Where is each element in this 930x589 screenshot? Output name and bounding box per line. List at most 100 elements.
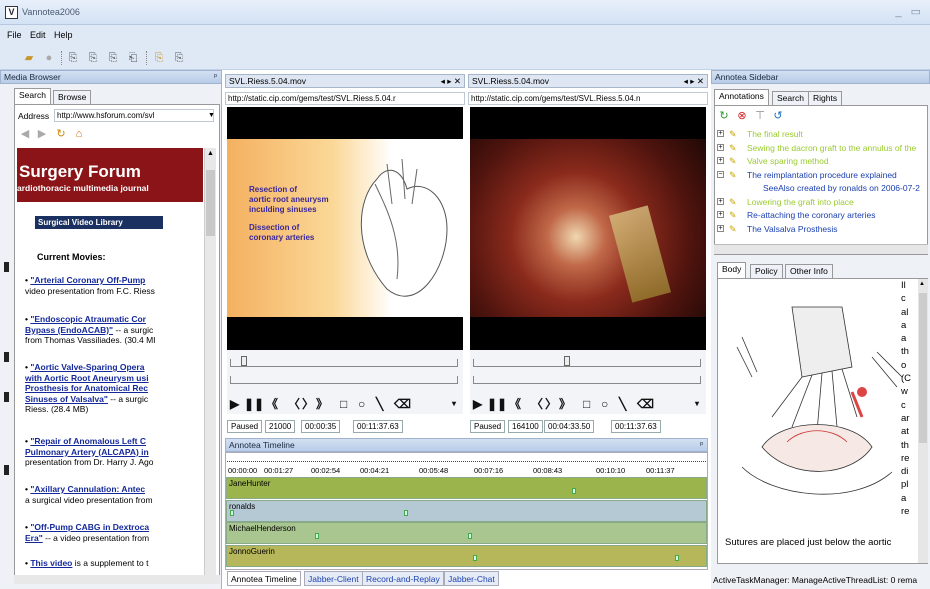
scroll-thumb[interactable] bbox=[206, 170, 215, 236]
home-icon[interactable]: ⌂ bbox=[72, 127, 86, 141]
body-scrollbar[interactable]: ▲ bbox=[918, 279, 928, 563]
prev-icon[interactable]: 〈 bbox=[288, 397, 300, 411]
video2-seek[interactable] bbox=[473, 356, 701, 367]
tab-jabber-client[interactable]: Jabber-Client bbox=[304, 571, 363, 586]
oval-icon[interactable]: ○ bbox=[601, 397, 608, 411]
back-icon[interactable]: ◀ bbox=[18, 127, 32, 141]
scroll-up-icon[interactable]: ▲ bbox=[206, 150, 215, 160]
tab-rights[interactable]: Rights bbox=[808, 91, 843, 105]
tab-policy[interactable]: Policy bbox=[750, 264, 783, 278]
expand-icon[interactable]: + bbox=[717, 143, 724, 151]
document-stack-icon[interactable]: ⎗ bbox=[126, 51, 140, 65]
movie-link[interactable]: "Axillary Cannulation: Antec bbox=[30, 484, 145, 494]
menu-edit[interactable]: Edit bbox=[30, 30, 46, 40]
movie-link[interactable]: Sinuses of Valsalva" bbox=[25, 394, 108, 404]
rect-icon[interactable]: □ bbox=[583, 397, 590, 411]
timeline-row[interactable]: JonnoGuerin bbox=[226, 544, 707, 567]
tab-search[interactable]: Search bbox=[14, 88, 51, 104]
movie-link[interactable]: Bypass (EndoACAB)" bbox=[25, 325, 113, 335]
address-input[interactable]: http://www.hsforum.com/svl bbox=[54, 109, 214, 122]
forward-icon[interactable]: 》 bbox=[316, 397, 328, 411]
line-icon[interactable]: ╲ bbox=[376, 397, 383, 411]
video2-tab[interactable]: SVL.Riess.5.04.mov ◂ ▸ ✕ bbox=[468, 74, 708, 88]
tab-record-and-replay[interactable]: Record-and-Replay bbox=[362, 571, 444, 586]
forward-icon[interactable]: 》 bbox=[559, 397, 571, 411]
play-icon[interactable]: ▶ bbox=[473, 397, 482, 411]
horizontal-scrollbar[interactable] bbox=[14, 575, 220, 584]
movie-link[interactable]: with Aortic Root Aneurysm usi bbox=[25, 373, 149, 383]
video1-annotation-range[interactable] bbox=[230, 376, 458, 384]
pause-icon[interactable]: ❚❚ bbox=[487, 397, 507, 411]
annotation-marker[interactable] bbox=[675, 555, 679, 561]
document-icon[interactable]: ⎘ bbox=[172, 51, 186, 65]
movie-link[interactable]: Era" bbox=[25, 533, 43, 543]
expand-icon[interactable]: + bbox=[717, 197, 724, 205]
expand-icon[interactable]: + bbox=[717, 211, 724, 218]
seek-thumb[interactable] bbox=[564, 356, 570, 366]
next-icon[interactable]: 〉 bbox=[545, 397, 557, 411]
tab-browse[interactable]: Browse bbox=[53, 90, 92, 104]
movie-link[interactable]: Pulmonary Artery (ALCAPA) in bbox=[25, 447, 149, 457]
document-icon[interactable]: ⎘ bbox=[86, 51, 100, 65]
page-scrollbar[interactable]: ▲ bbox=[204, 148, 216, 580]
timeline-row[interactable]: MichaelHenderson bbox=[226, 522, 707, 544]
collapse-icon[interactable]: − bbox=[717, 170, 724, 178]
oval-icon[interactable]: ○ bbox=[358, 397, 365, 411]
timeline-row[interactable]: ronalds bbox=[226, 499, 707, 522]
movie-link[interactable]: Prosthesis for Anatomical Rec bbox=[25, 383, 148, 393]
filter-icon[interactable]: ⊤ bbox=[753, 109, 767, 123]
line-icon[interactable]: ╲ bbox=[619, 397, 626, 411]
rewind-icon[interactable]: 《 bbox=[266, 397, 278, 411]
tree-hscrollbar[interactable] bbox=[714, 244, 928, 254]
address-dropdown-icon[interactable]: ▼ bbox=[208, 109, 216, 122]
annotation-marker[interactable] bbox=[404, 510, 408, 516]
expand-icon[interactable]: + bbox=[717, 130, 724, 137]
tab-body[interactable]: Body bbox=[717, 262, 747, 278]
video2-player[interactable] bbox=[470, 107, 706, 350]
forward-icon[interactable]: ▶ bbox=[35, 127, 49, 141]
video2-url[interactable]: http://static.cip.com/gems/test/SVL.Ries… bbox=[468, 92, 708, 105]
chevron-down-icon[interactable]: ▾ bbox=[695, 397, 699, 411]
window-controls[interactable]: _ ▭ bbox=[895, 5, 924, 18]
annotation-marker[interactable] bbox=[468, 533, 472, 539]
rect-icon[interactable]: □ bbox=[340, 397, 347, 411]
close-icon[interactable]: ◂ ▸ ✕ bbox=[441, 75, 461, 87]
erase-icon[interactable]: ⌫ bbox=[637, 397, 654, 411]
annotation-marker[interactable] bbox=[230, 510, 234, 516]
tab-annotations[interactable]: Annotations bbox=[714, 89, 769, 105]
refresh-icon[interactable]: ↻ bbox=[717, 109, 731, 123]
movie-link[interactable]: "Endoscopic Atraumatic Cor bbox=[30, 314, 146, 324]
document-icon[interactable]: ⎘ bbox=[66, 51, 80, 65]
delete-icon[interactable]: ⊗ bbox=[735, 109, 749, 123]
play-icon[interactable]: ▶ bbox=[230, 397, 239, 411]
movie-link[interactable]: "Off-Pump CABG in Dextroca bbox=[30, 522, 149, 532]
video2-annotation-range[interactable] bbox=[473, 376, 701, 384]
movie-link[interactable]: "Aortic Valve-Sparing Opera bbox=[30, 362, 144, 372]
annotation-marker[interactable] bbox=[473, 555, 477, 561]
document-icon[interactable]: ⎘ bbox=[106, 51, 120, 65]
video1-tab[interactable]: SVL.Riess.5.04.mov ◂ ▸ ✕ bbox=[225, 74, 465, 88]
chevron-down-icon[interactable]: ▾ bbox=[452, 397, 456, 411]
pin-icon[interactable]: ᵖ bbox=[214, 71, 217, 83]
timeline-row[interactable]: JaneHunter bbox=[226, 477, 707, 499]
rewind-icon[interactable]: 《 bbox=[509, 397, 521, 411]
pause-icon[interactable]: ❚❚ bbox=[244, 397, 264, 411]
menu-file[interactable]: File bbox=[7, 30, 22, 40]
movie-link[interactable]: "Repair of Anomalous Left C bbox=[30, 436, 146, 446]
video1-player[interactable]: Resection of aortic root aneurysm inculdin… bbox=[227, 107, 463, 350]
erase-icon[interactable]: ⌫ bbox=[394, 397, 411, 411]
pin-icon[interactable]: ᵖ bbox=[700, 439, 703, 451]
expand-icon[interactable]: + bbox=[717, 224, 724, 232]
scroll-thumb[interactable] bbox=[919, 293, 927, 443]
close-icon[interactable]: ◂ ▸ ✕ bbox=[684, 75, 704, 87]
tab-sidebar-search[interactable]: Search bbox=[772, 91, 809, 105]
expand-icon[interactable]: + bbox=[717, 157, 724, 164]
annotation-marker[interactable] bbox=[572, 488, 576, 494]
next-icon[interactable]: 〉 bbox=[302, 397, 314, 411]
tab-jabber-chat[interactable]: Jabber-Chat bbox=[444, 571, 499, 586]
seek-thumb[interactable] bbox=[241, 356, 247, 366]
annotation-marker[interactable] bbox=[315, 533, 319, 539]
prev-icon[interactable]: 〈 bbox=[531, 397, 543, 411]
tab-annotea-timeline[interactable]: Annotea Timeline bbox=[227, 571, 301, 586]
open-folder-icon[interactable]: ▰ bbox=[22, 51, 36, 65]
